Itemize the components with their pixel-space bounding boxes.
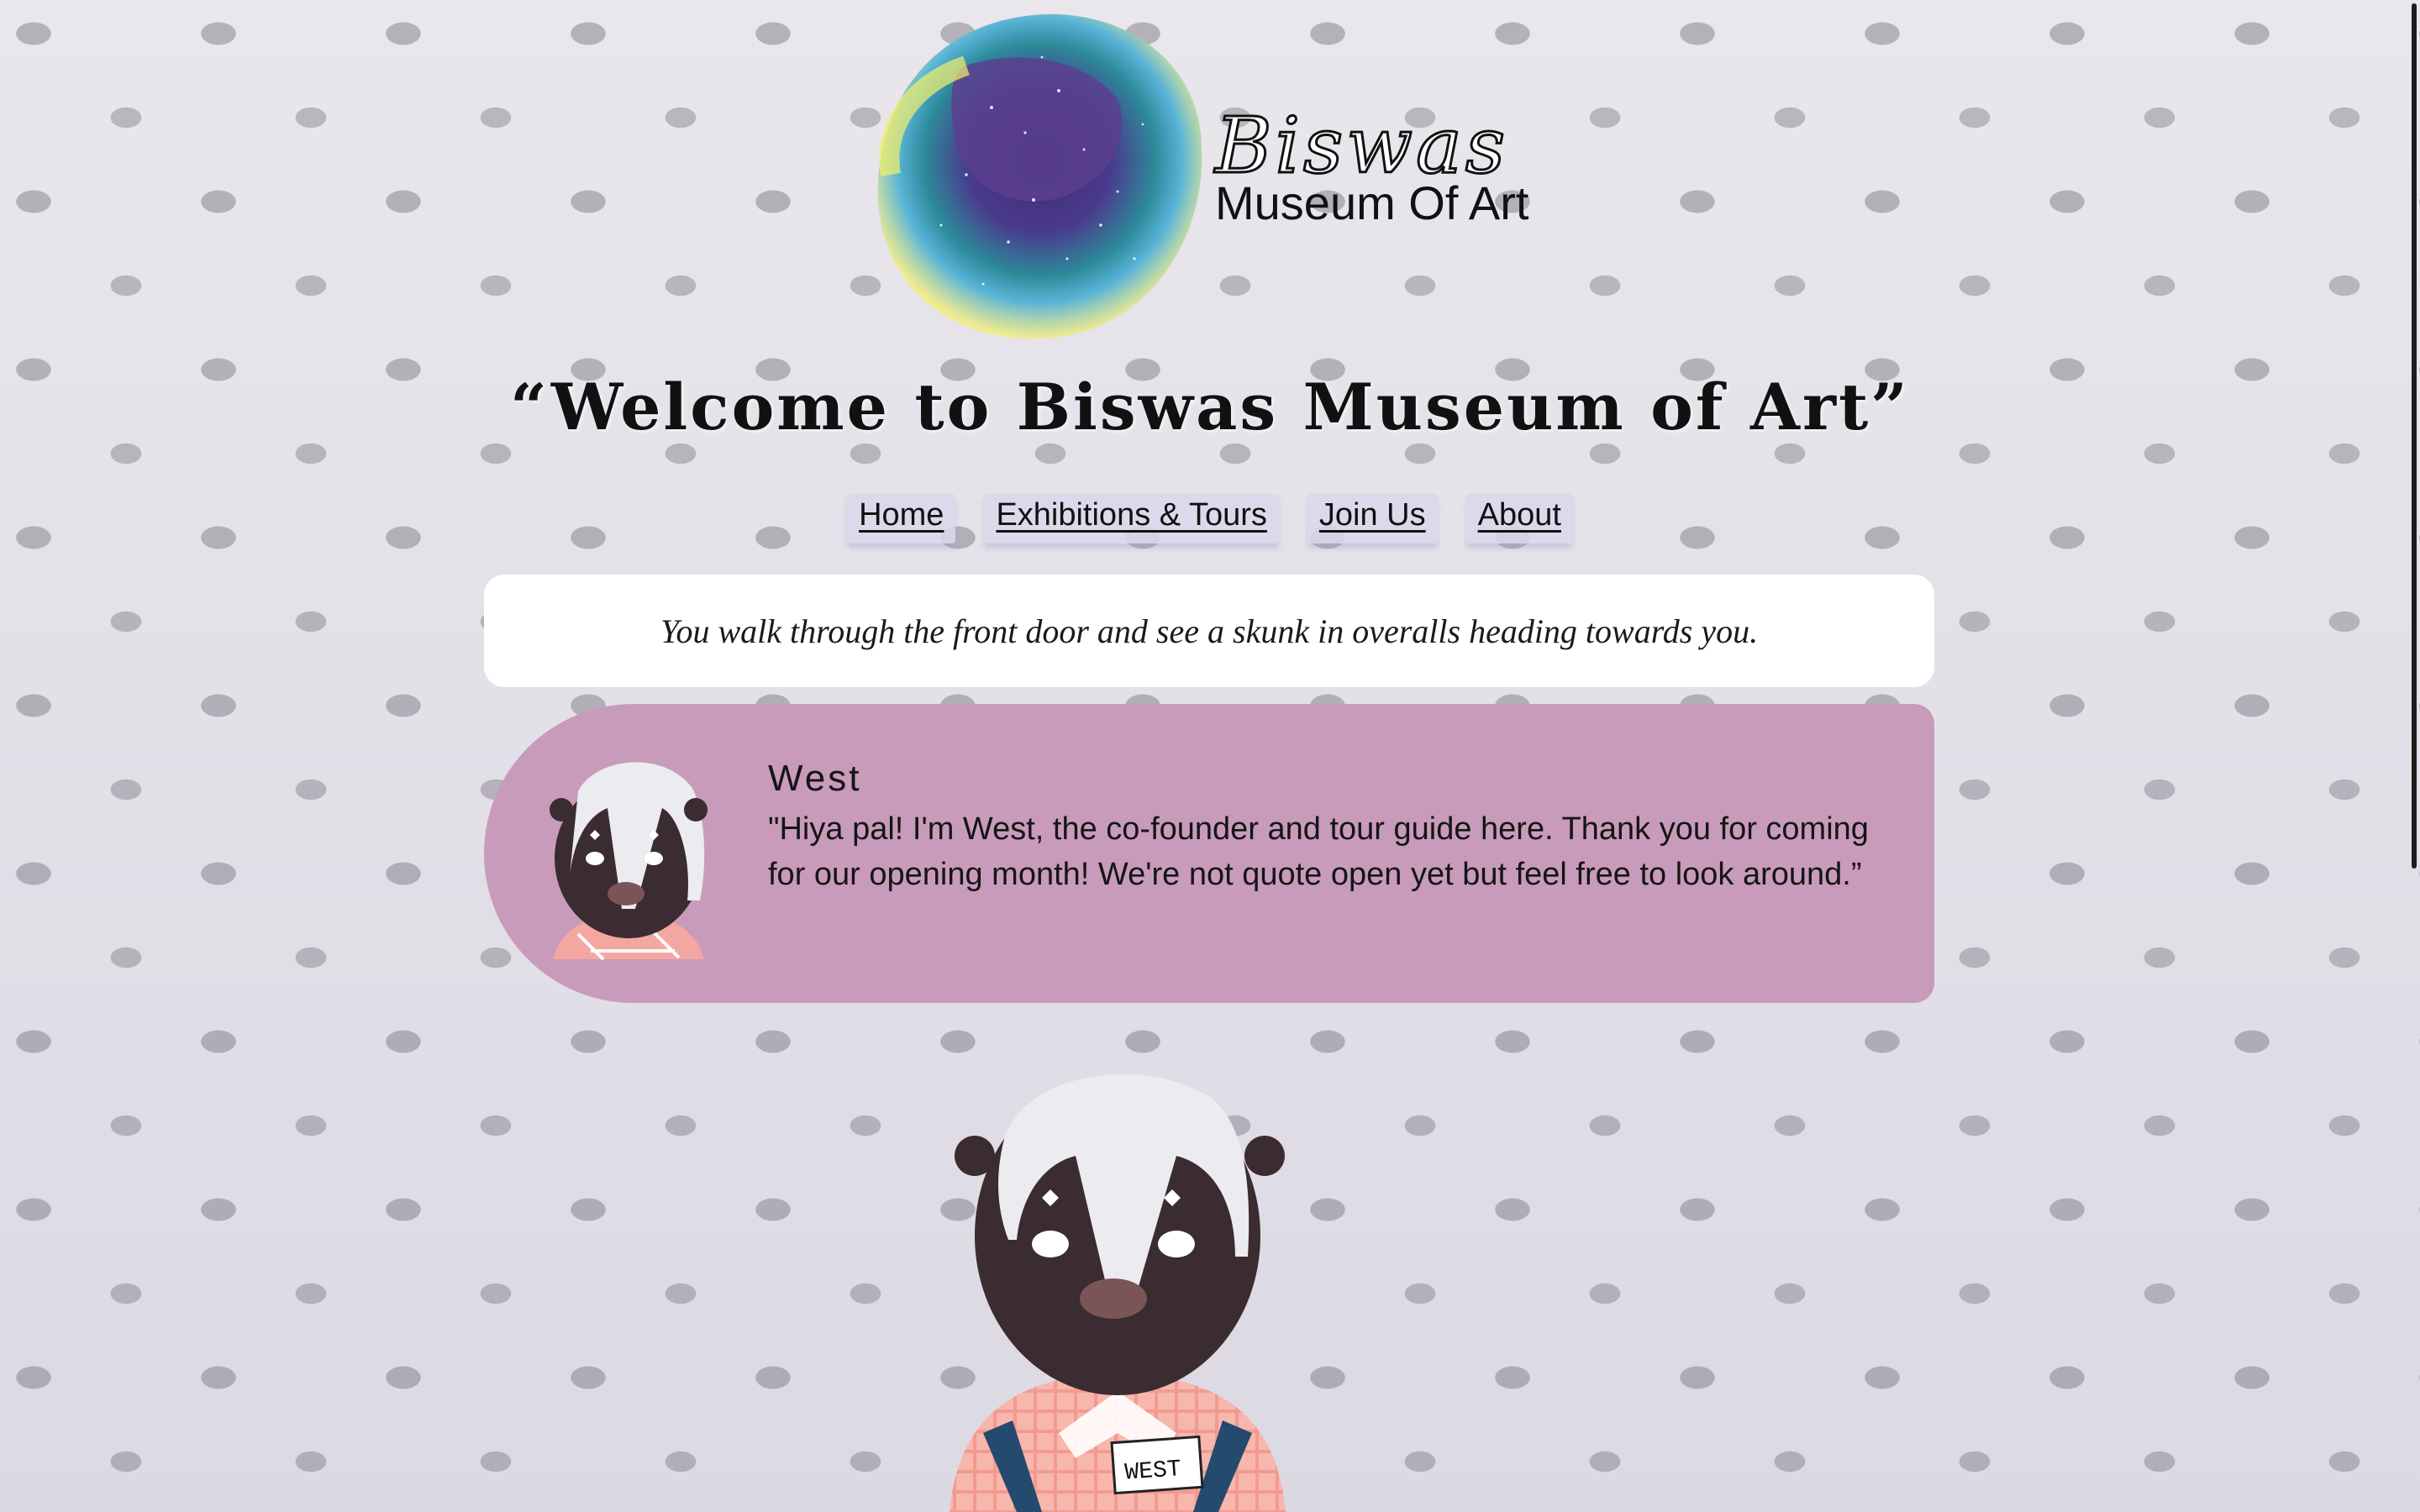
narration-text: You walk through the front door and see … <box>660 612 1759 650</box>
logo-subtitle: Museum Of Art <box>1215 176 1529 229</box>
nav-join-link[interactable]: Join Us <box>1307 494 1438 543</box>
page-scrollbar[interactable] <box>2405 0 2420 1512</box>
skunk-character-icon: WEST <box>950 1074 1286 1512</box>
main-nav: Home Exhibitions & Tours Join Us About <box>0 494 2420 543</box>
museum-logo[interactable]: Biswas Museum Of Art <box>865 0 1588 353</box>
page-title: “Welcome to Biswas Museum of Art” <box>510 370 1910 444</box>
name-tag-text: WEST <box>1124 1457 1182 1487</box>
speech-text: "Hiya pal! I'm West, the co-founder and … <box>768 811 1869 892</box>
narration-box: You walk through the front door and see … <box>484 575 1934 687</box>
nav-about-link[interactable]: About <box>1465 494 1573 543</box>
nav-home-link[interactable]: Home <box>847 494 956 543</box>
skunk-avatar-icon <box>550 762 708 961</box>
nav-exhibitions-link[interactable]: Exhibitions & Tours <box>984 494 1279 543</box>
name-tag: WEST <box>1110 1435 1204 1495</box>
logo-title: Biswas <box>1213 101 1509 191</box>
logo-galaxy-icon <box>877 13 1202 339</box>
speaker-name: West <box>768 758 862 799</box>
dialogue-bubble: West "Hiya pal! I'm West, the co-founder… <box>484 704 1934 1003</box>
scrollbar-thumb[interactable] <box>2412 3 2417 869</box>
